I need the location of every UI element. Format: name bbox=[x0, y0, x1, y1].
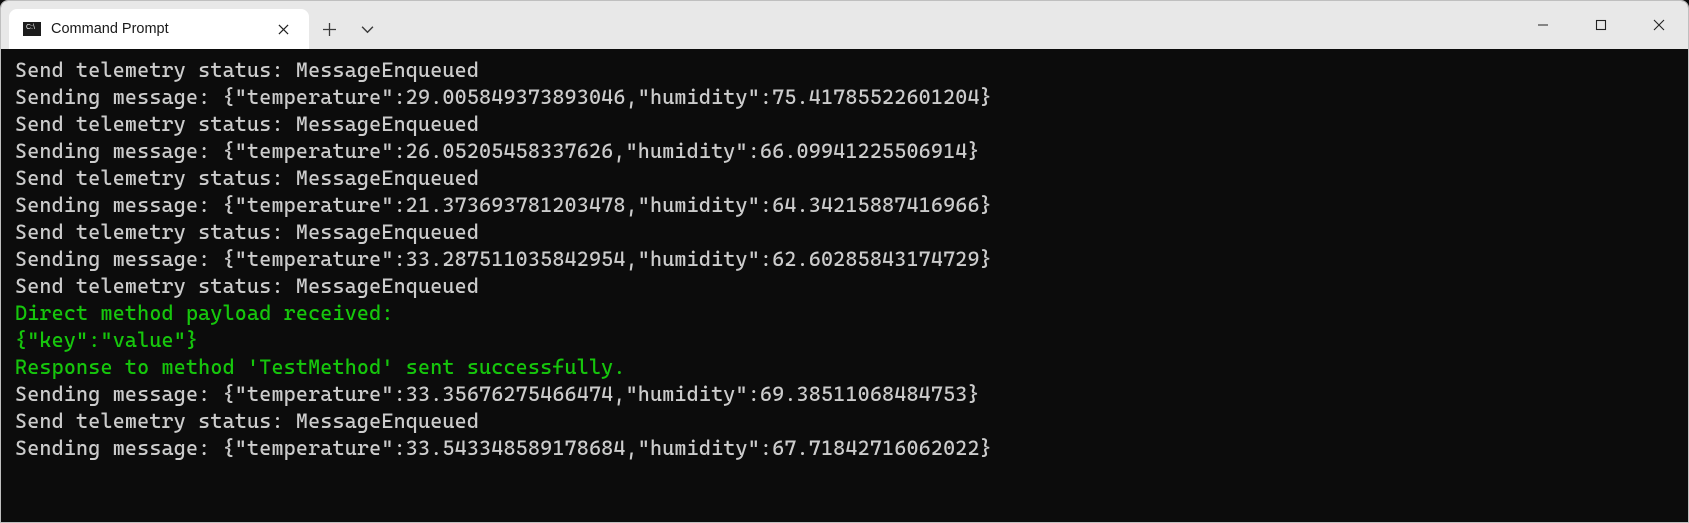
terminal-line: Send telemetry status: MessageEnqueued bbox=[15, 165, 1674, 192]
titlebar: C:\ Command Prompt bbox=[1, 1, 1688, 49]
tab-command-prompt[interactable]: C:\ Command Prompt bbox=[9, 9, 309, 49]
tab-strip: C:\ Command Prompt bbox=[1, 1, 385, 49]
terminal-line: Sending message: {"temperature":26.05205… bbox=[15, 138, 1674, 165]
close-tab-button[interactable] bbox=[269, 15, 297, 43]
terminal-line: Send telemetry status: MessageEnqueued bbox=[15, 111, 1674, 138]
terminal-line: Response to method 'TestMethod' sent suc… bbox=[15, 354, 1674, 381]
terminal-line: Send telemetry status: MessageEnqueued bbox=[15, 273, 1674, 300]
terminal-output[interactable]: Send telemetry status: MessageEnqueuedSe… bbox=[1, 49, 1688, 522]
terminal-line: Send telemetry status: MessageEnqueued bbox=[15, 408, 1674, 435]
terminal-line: Send telemetry status: MessageEnqueued bbox=[15, 219, 1674, 246]
close-icon bbox=[278, 24, 289, 35]
maximize-icon bbox=[1595, 19, 1607, 31]
new-tab-button[interactable] bbox=[309, 9, 349, 49]
tab-dropdown-button[interactable] bbox=[349, 9, 385, 49]
terminal-line: Sending message: {"temperature":29.00584… bbox=[15, 84, 1674, 111]
terminal-line: {"key":"value"} bbox=[15, 327, 1674, 354]
terminal-line: Send telemetry status: MessageEnqueued bbox=[15, 57, 1674, 84]
close-icon bbox=[1653, 19, 1665, 31]
titlebar-drag-area[interactable] bbox=[385, 1, 1514, 49]
plus-icon bbox=[323, 23, 336, 36]
chevron-down-icon bbox=[361, 23, 374, 36]
cmd-icon: C:\ bbox=[23, 22, 41, 36]
minimize-button[interactable] bbox=[1514, 1, 1572, 49]
close-window-button[interactable] bbox=[1630, 1, 1688, 49]
minimize-icon bbox=[1537, 19, 1549, 31]
terminal-line: Sending message: {"temperature":33.54334… bbox=[15, 435, 1674, 462]
terminal-line: Sending message: {"temperature":33.35676… bbox=[15, 381, 1674, 408]
terminal-line: Sending message: {"temperature":33.28751… bbox=[15, 246, 1674, 273]
terminal-line: Sending message: {"temperature":21.37369… bbox=[15, 192, 1674, 219]
tab-title: Command Prompt bbox=[51, 21, 259, 37]
window-controls bbox=[1514, 1, 1688, 49]
terminal-window: C:\ Command Prompt bbox=[0, 0, 1689, 523]
terminal-line: Direct method payload received: bbox=[15, 300, 1674, 327]
maximize-button[interactable] bbox=[1572, 1, 1630, 49]
